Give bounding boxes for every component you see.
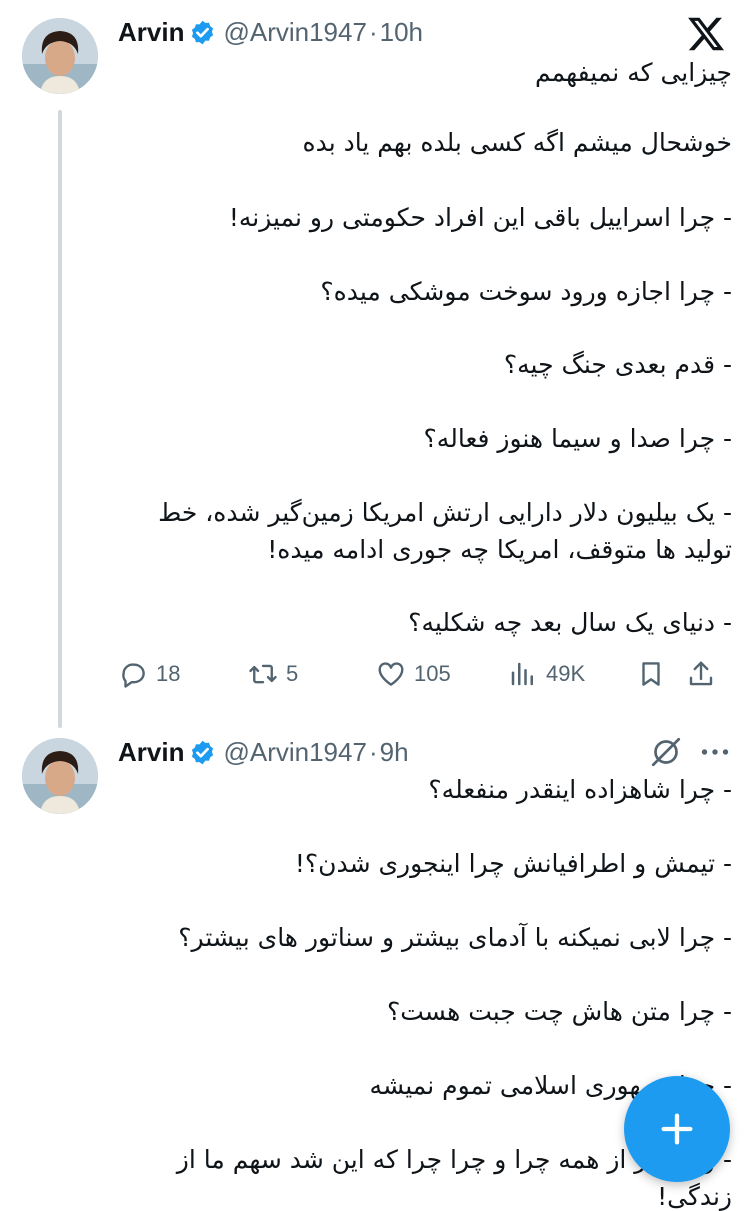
tweet-text-line: - چرا اجازه ورود سوخت موشکی میده؟ (320, 277, 732, 306)
thread-connector (58, 110, 62, 728)
tweet-actions: 18 5 105 49K (118, 652, 730, 696)
heart-icon (378, 662, 404, 686)
reply-count: 18 (156, 661, 181, 686)
tweet-text-line: - چرا اسراییل باقی این افراد حکومتی رو ن… (228, 203, 732, 232)
tweet-text-line: زندگی! (657, 1182, 732, 1211)
bookmark-button[interactable] (636, 652, 666, 696)
repost-count: 5 (286, 661, 299, 686)
views-icon (511, 662, 533, 686)
verified-badge-icon (192, 740, 214, 764)
grok-icon[interactable] (648, 734, 684, 770)
share-button[interactable] (686, 652, 716, 696)
avatar[interactable] (22, 738, 98, 814)
verified-badge-icon (192, 20, 214, 44)
x-logo-icon[interactable] (686, 14, 726, 54)
more-icon[interactable] (697, 738, 733, 766)
separator-dot: · (368, 16, 378, 47)
plus-icon (661, 1113, 693, 1145)
reply-icon (122, 663, 145, 688)
tweet-timestamp[interactable]: 9h (380, 737, 409, 768)
tweet-text-line: - قدم بعدی جنگ چیه؟ (503, 350, 732, 379)
repost-icon (249, 664, 277, 684)
tweet-text-line: - چرا صدا و سیما هنوز فعاله؟ (423, 424, 732, 453)
tweet-text-line: - چرا لابی نمیکنه با آدمای بیشتر و سناتو… (178, 923, 732, 952)
author-name[interactable]: Arvin (118, 17, 184, 48)
view-count: 49K (546, 661, 586, 686)
avatar-image (22, 18, 98, 94)
like-button[interactable]: 105 (376, 652, 451, 696)
tweet-timestamp[interactable]: 10h (380, 17, 423, 48)
separator-dot: · (368, 736, 378, 767)
repost-button[interactable]: 5 (248, 652, 298, 696)
tweet-header: Arvin @Arvin1947 · 10h (118, 12, 423, 52)
tweet-text-line: - چرا شاهزاده اینقدر منفعله؟ (428, 775, 732, 804)
author-handle[interactable]: @Arvin1947 (223, 17, 366, 48)
tweet-text-line: - دنیای یک سال بعد چه شکلیه؟ (408, 608, 732, 637)
author-handle[interactable]: @Arvin1947 (223, 737, 366, 768)
like-count: 105 (414, 661, 451, 686)
tweet-header: Arvin @Arvin1947 · 9h (118, 732, 409, 772)
tweet-text-line: - تیمش و اطرافیانش چرا اینجوری شدن؟! (294, 849, 732, 878)
tweet-text-line: خوشحال میشم اگه کسی بلده بهم یاد بده (302, 128, 733, 157)
author-name[interactable]: Arvin (118, 737, 184, 768)
share-icon (689, 661, 713, 686)
views-button[interactable]: 49K (508, 652, 585, 696)
avatar[interactable] (22, 18, 98, 94)
tweet-text-line: - چرا متن هاش چت جبت هست؟ (386, 997, 732, 1026)
reply-button[interactable]: 18 (118, 652, 180, 696)
compose-button[interactable] (624, 1076, 730, 1182)
bookmark-icon (642, 662, 660, 686)
tweet-text-line: - یک بیلیون دلار دارایی ارتش امریکا زمین… (158, 498, 732, 527)
tweet-text-line: تولید ها متوقف، امریکا چه جوری ادامه مید… (267, 535, 732, 564)
tweet-text-line: چیزایی که نمیفهمم (535, 58, 732, 87)
avatar-image (22, 738, 98, 814)
